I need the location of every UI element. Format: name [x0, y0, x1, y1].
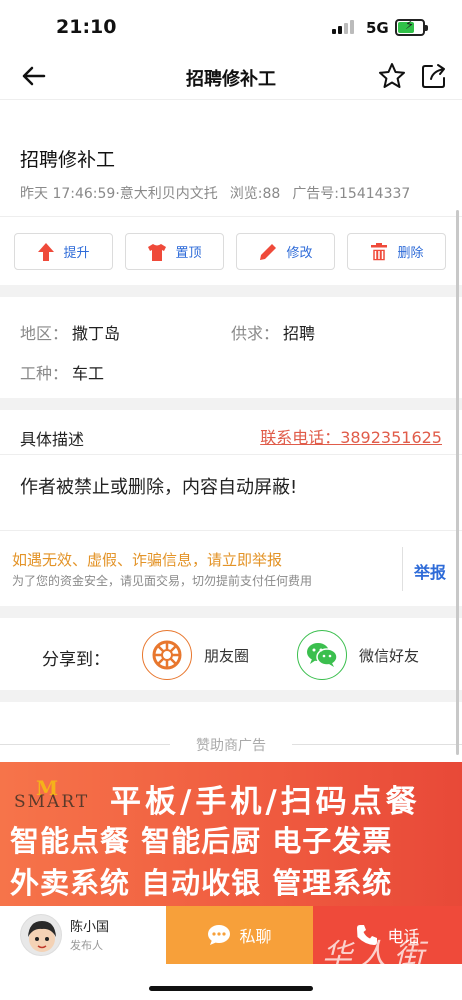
post-views: 浏览:88	[229, 186, 281, 202]
ad-line-2: 智能点餐 智能后厨 电子发票	[10, 824, 393, 858]
description-heading: 具体描述	[20, 430, 85, 449]
scrollbar[interactable]	[456, 210, 459, 755]
private-chat-button[interactable]: 私聊	[166, 906, 313, 964]
promote-button[interactable]: 提升	[14, 233, 113, 270]
shirt-icon	[148, 243, 167, 261]
post-time: 昨天 17:46:59·	[20, 186, 120, 202]
favorite-button[interactable]	[376, 60, 408, 92]
supply-value: 招聘	[283, 324, 316, 343]
status-time: 21:10	[56, 16, 117, 38]
chat-bubble-icon	[208, 925, 231, 945]
supply-label: 供求：	[231, 324, 280, 343]
region-value: 撒丁岛	[72, 324, 121, 343]
moments-icon	[142, 630, 192, 680]
section-gap	[0, 398, 462, 410]
author-role: 发布人	[70, 939, 103, 952]
avatar[interactable]	[20, 914, 62, 956]
trash-icon	[371, 242, 388, 262]
section-gap	[0, 285, 462, 297]
contact-phone-link[interactable]: 联系电话：3892351625	[260, 424, 442, 448]
share-wechat-button[interactable]: 微信好友	[297, 630, 419, 680]
status-bar: 21:10 5G ⚡	[0, 0, 462, 56]
ad-line-3: 外卖系统 自动收银 管理系统	[10, 866, 393, 900]
share-moments-button[interactable]: 朋友圈	[142, 630, 249, 680]
share-button[interactable]	[418, 60, 450, 92]
private-chat-label: 私聊	[239, 927, 272, 946]
star-icon	[379, 63, 405, 88]
share-moments-label: 朋友圈	[204, 646, 250, 665]
trade-label: 工种：	[20, 364, 69, 383]
share-wechat-label: 微信好友	[359, 646, 420, 665]
section-gap	[0, 690, 462, 702]
share-label: 分享到：	[42, 650, 110, 670]
author-name: 陈小国	[70, 920, 110, 935]
share-icon	[422, 64, 445, 88]
report-button[interactable]: 举报	[414, 559, 446, 583]
report-warning: 如遇无效、虚假、诈骗信息，请立即举报	[12, 551, 283, 569]
pencil-icon	[260, 243, 277, 260]
pin-top-button[interactable]: 置顶	[125, 233, 224, 270]
post-location: 意大利贝内文托	[119, 186, 218, 202]
divider	[0, 454, 462, 455]
report-note: 为了您的资金安全，请见面交易，切勿提前支付任何费用	[12, 574, 313, 588]
arrow-up-icon	[38, 242, 55, 261]
trade-value: 车工	[72, 364, 105, 383]
delete-button[interactable]: 删除	[347, 233, 446, 270]
sponsor-label: 赞助商广告	[196, 738, 266, 754]
signal-icon	[332, 20, 356, 34]
divider	[0, 530, 462, 531]
section-gap	[0, 606, 462, 618]
ad-headline: 平板/手机/扫码点餐	[110, 784, 421, 820]
report-separator	[402, 547, 403, 591]
watermark: 华人街 HUARENJIE	[322, 938, 430, 982]
wechat-icon	[297, 630, 347, 680]
post-title: 招聘修补工	[20, 149, 116, 171]
home-indicator[interactable]	[149, 986, 313, 991]
ad-brand-logo: M SMART	[14, 776, 90, 812]
edit-button[interactable]: 修改	[236, 233, 335, 270]
description-body: 作者被禁止或删除，内容自动屏蔽!	[20, 477, 298, 498]
ad-banner[interactable]: M SMART 平板/手机/扫码点餐 智能点餐 智能后厨 电子发票 外卖系统 自…	[0, 762, 462, 906]
battery-icon: ⚡	[395, 18, 428, 36]
divider	[0, 216, 462, 217]
region-label: 地区：	[20, 324, 69, 343]
nav-bar: 招聘修补工	[0, 56, 462, 100]
post-meta: 昨天 17:46:59·意大利贝内文托 浏览:88 广告号:15414337	[20, 183, 422, 203]
post-ad-number: 广告号:15414337	[292, 186, 411, 202]
action-bar: 提升 置顶 修改 删除	[14, 233, 446, 271]
network-type: 5G	[366, 19, 389, 37]
